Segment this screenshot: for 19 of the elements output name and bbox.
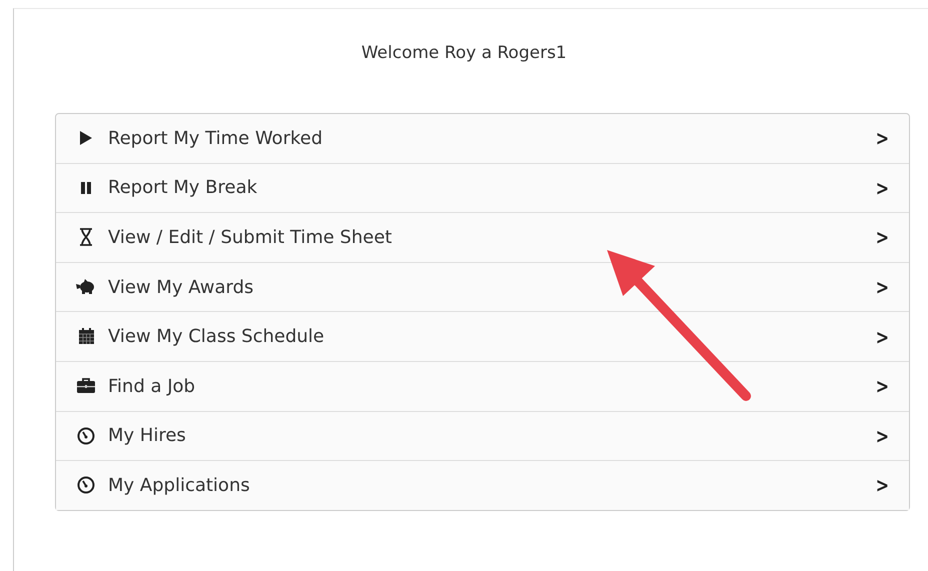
play-icon (78, 130, 94, 146)
piggy-bank-icon (76, 279, 96, 296)
hourglass-icon (78, 228, 94, 246)
chevron-icon: > (876, 424, 890, 448)
pause-icon (78, 180, 94, 196)
briefcase-icon (77, 378, 95, 394)
chevron-icon: > (876, 225, 890, 250)
chevron-icon: > (876, 126, 890, 150)
menu-item[interactable]: My Applications > (56, 460, 909, 510)
calendar-icon (78, 328, 94, 346)
chevron-icon: > (876, 374, 890, 398)
chevron-icon: > (876, 324, 890, 349)
gauge-icon (77, 426, 95, 445)
welcome-text: Welcome Roy a Rogers1 (361, 43, 567, 63)
chevron-icon: > (876, 176, 890, 200)
menu-item[interactable]: View My Awards > (56, 262, 909, 312)
chevron-icon: > (876, 275, 890, 300)
chevron-icon: > (876, 473, 890, 498)
gauge-icon (77, 476, 95, 494)
